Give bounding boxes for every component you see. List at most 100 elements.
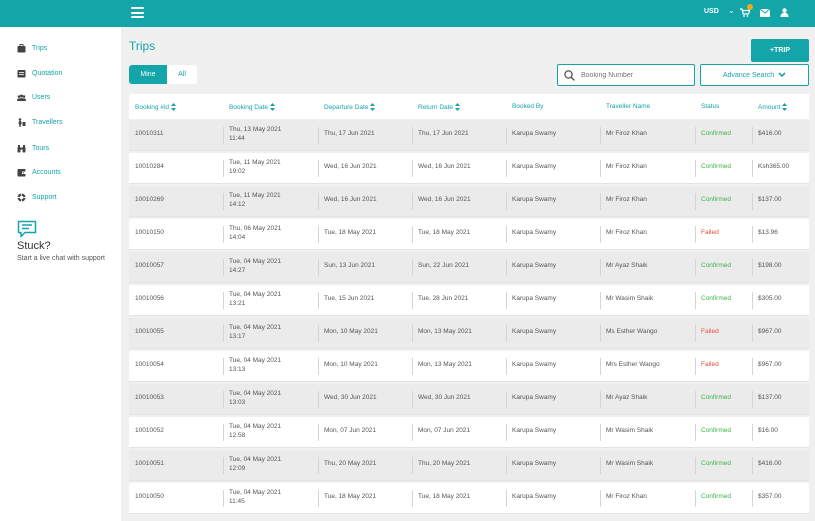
column-header-label: Traveller Name — [606, 103, 651, 110]
live-chat-link[interactable]: Start a live chat with support — [17, 254, 107, 264]
sidebar-item-travellers[interactable]: Travellers — [17, 115, 62, 129]
sidebar-item-label: Quotation — [32, 69, 63, 77]
sidebar-item-support[interactable]: Support — [17, 190, 57, 204]
column-divider — [752, 325, 753, 342]
column-header[interactable]: Booking Date — [229, 103, 276, 111]
column-divider — [506, 457, 507, 474]
sort-icon[interactable] — [782, 103, 788, 111]
top-bar: USD ⌄ — [0, 0, 815, 27]
column-divider — [412, 193, 413, 210]
booking-time: 12:58 — [229, 432, 246, 439]
chevron-down-icon[interactable]: ⌄ — [728, 6, 735, 15]
column-header[interactable]: Departure Date — [324, 103, 376, 111]
sidebar-item-label: Users — [32, 93, 51, 101]
amount-cell: Ksh365.00 — [758, 163, 790, 170]
booking-time: 12:09 — [229, 465, 246, 472]
table-row[interactable]: 10010150 Thu, 06 May 2021 14:04 Tue, 18 May… — [129, 219, 809, 250]
column-divider — [412, 259, 413, 276]
booked-by-cell: Karupa Swamy — [512, 460, 557, 467]
search-icon — [564, 69, 575, 81]
binoculars-icon — [17, 144, 26, 152]
table-row[interactable]: 10010056 Tue, 04 May 2021 13:21 Tue, 15 Jun… — [129, 285, 809, 316]
column-divider — [752, 358, 753, 375]
sidebar-item-trips[interactable]: Trips — [17, 41, 47, 55]
table-row[interactable]: 10010051 Tue, 04 May 2021 12:09 Thu, 20 May… — [129, 450, 809, 481]
table-row[interactable]: 10010057 Tue, 04 May 2021 14:27 Sun, 13 Jun… — [129, 252, 809, 283]
column-divider — [318, 391, 319, 408]
column-divider — [223, 127, 224, 144]
booking-time: 14:27 — [229, 267, 246, 274]
column-divider — [600, 160, 601, 177]
sort-icon[interactable] — [455, 103, 461, 111]
table-row[interactable]: 10010054 Tue, 04 May 2021 13:13 Mon, 10 May… — [129, 351, 809, 382]
user-icon[interactable] — [780, 8, 789, 17]
column-divider — [412, 490, 413, 507]
column-divider — [600, 127, 601, 144]
column-divider — [752, 457, 753, 474]
column-divider — [695, 259, 696, 276]
id-cell: 10010055 — [135, 328, 164, 335]
booking-date: Tue, 04 May 2021 — [229, 258, 282, 265]
chat-icon[interactable] — [17, 220, 37, 238]
column-divider — [600, 424, 601, 441]
id-cell: 10010053 — [135, 394, 164, 401]
column-header-label: Booking Date — [229, 103, 269, 111]
column-divider — [223, 325, 224, 342]
sort-icon[interactable] — [370, 103, 376, 111]
booking-date-cell: Tue, 04 May 2021 12:09 — [229, 455, 281, 473]
booked-by-cell: Karupa Swamy — [512, 361, 557, 368]
amount-cell: $967.00 — [758, 328, 782, 335]
add-trip-button[interactable]: +TRIP — [751, 39, 809, 62]
departure-cell: Tue, 18 May 2021 — [324, 493, 377, 500]
tab-mine[interactable]: Mine — [129, 65, 167, 84]
sidebar-item-quotation[interactable]: Quotation — [17, 66, 62, 80]
return-cell: Sun, 22 Jun 2021 — [418, 262, 469, 269]
table-row[interactable]: 10010052 Tue, 04 May 2021 12:58 Mon, 07 Jun… — [129, 417, 809, 448]
menu-icon[interactable] — [131, 7, 144, 18]
wallet-icon — [17, 168, 26, 176]
table-row[interactable]: 10010055 Tue, 04 May 2021 13:17 Mon, 10 May… — [129, 318, 809, 349]
sidebar-item-tours[interactable]: Tours — [17, 141, 49, 155]
sort-icon[interactable] — [270, 103, 276, 111]
currency-selector[interactable]: USD — [704, 8, 719, 15]
amount-cell: $13.96 — [758, 229, 778, 236]
booked-by-cell: Karupa Swamy — [512, 493, 557, 500]
booking-date-cell: Tue, 04 May 2021 13:03 — [229, 389, 281, 407]
booking-search[interactable] — [557, 64, 695, 86]
mail-icon[interactable] — [760, 9, 770, 17]
column-header[interactable]: Booking #id — [135, 103, 176, 111]
column-divider — [318, 457, 319, 474]
table-row[interactable]: 10010050 Tue, 04 May 2021 11:45 Tue, 18 May… — [129, 483, 809, 514]
column-divider — [412, 325, 413, 342]
departure-cell: Thu, 20 May 2021 — [324, 460, 377, 467]
main-content: Trips +TRIP Mine All Advance Search Book… — [121, 27, 815, 521]
status-badge: Failed — [701, 361, 719, 368]
id-cell: 10010284 — [135, 163, 164, 170]
sort-icon[interactable] — [170, 103, 176, 111]
tab-all[interactable]: All — [167, 65, 197, 84]
travellers-icon — [18, 117, 26, 127]
sidebar: Trips Quotation Users Travellers Tours A… — [0, 27, 121, 521]
column-divider — [223, 292, 224, 309]
sidebar-item-users[interactable]: Users — [17, 90, 50, 104]
table-row[interactable]: 10010269 Tue, 11 May 2021 14:12 Wed, 16 Jun… — [129, 186, 809, 217]
table-row[interactable]: 10010311 Thu, 13 May 2021 11:44 Thu, 17 Jun… — [129, 120, 809, 151]
table-row[interactable]: 10010053 Tue, 04 May 2021 13:03 Wed, 30 Jun… — [129, 384, 809, 415]
column-divider — [752, 292, 753, 309]
table-header: Booking #id Booking Date Departure Date Ret… — [129, 94, 809, 119]
advance-search-button[interactable]: Advance Search — [700, 64, 809, 86]
column-header[interactable]: Amount — [758, 103, 788, 111]
column-header-label: Return Date — [418, 103, 454, 111]
column-header[interactable]: Return Date — [418, 103, 461, 111]
booked-by-cell: Karupa Swamy — [512, 130, 557, 137]
column-divider — [318, 226, 319, 243]
booking-time: 13:13 — [229, 366, 246, 373]
column-divider — [506, 325, 507, 342]
sidebar-item-accounts[interactable]: Accounts — [17, 165, 61, 179]
search-input[interactable] — [581, 71, 686, 79]
table-row[interactable]: 10010284 Tue, 11 May 2021 19:02 Wed, 16 Jun… — [129, 153, 809, 184]
cart-badge — [747, 4, 753, 10]
column-divider — [506, 127, 507, 144]
column-divider — [223, 391, 224, 408]
column-divider — [223, 358, 224, 375]
